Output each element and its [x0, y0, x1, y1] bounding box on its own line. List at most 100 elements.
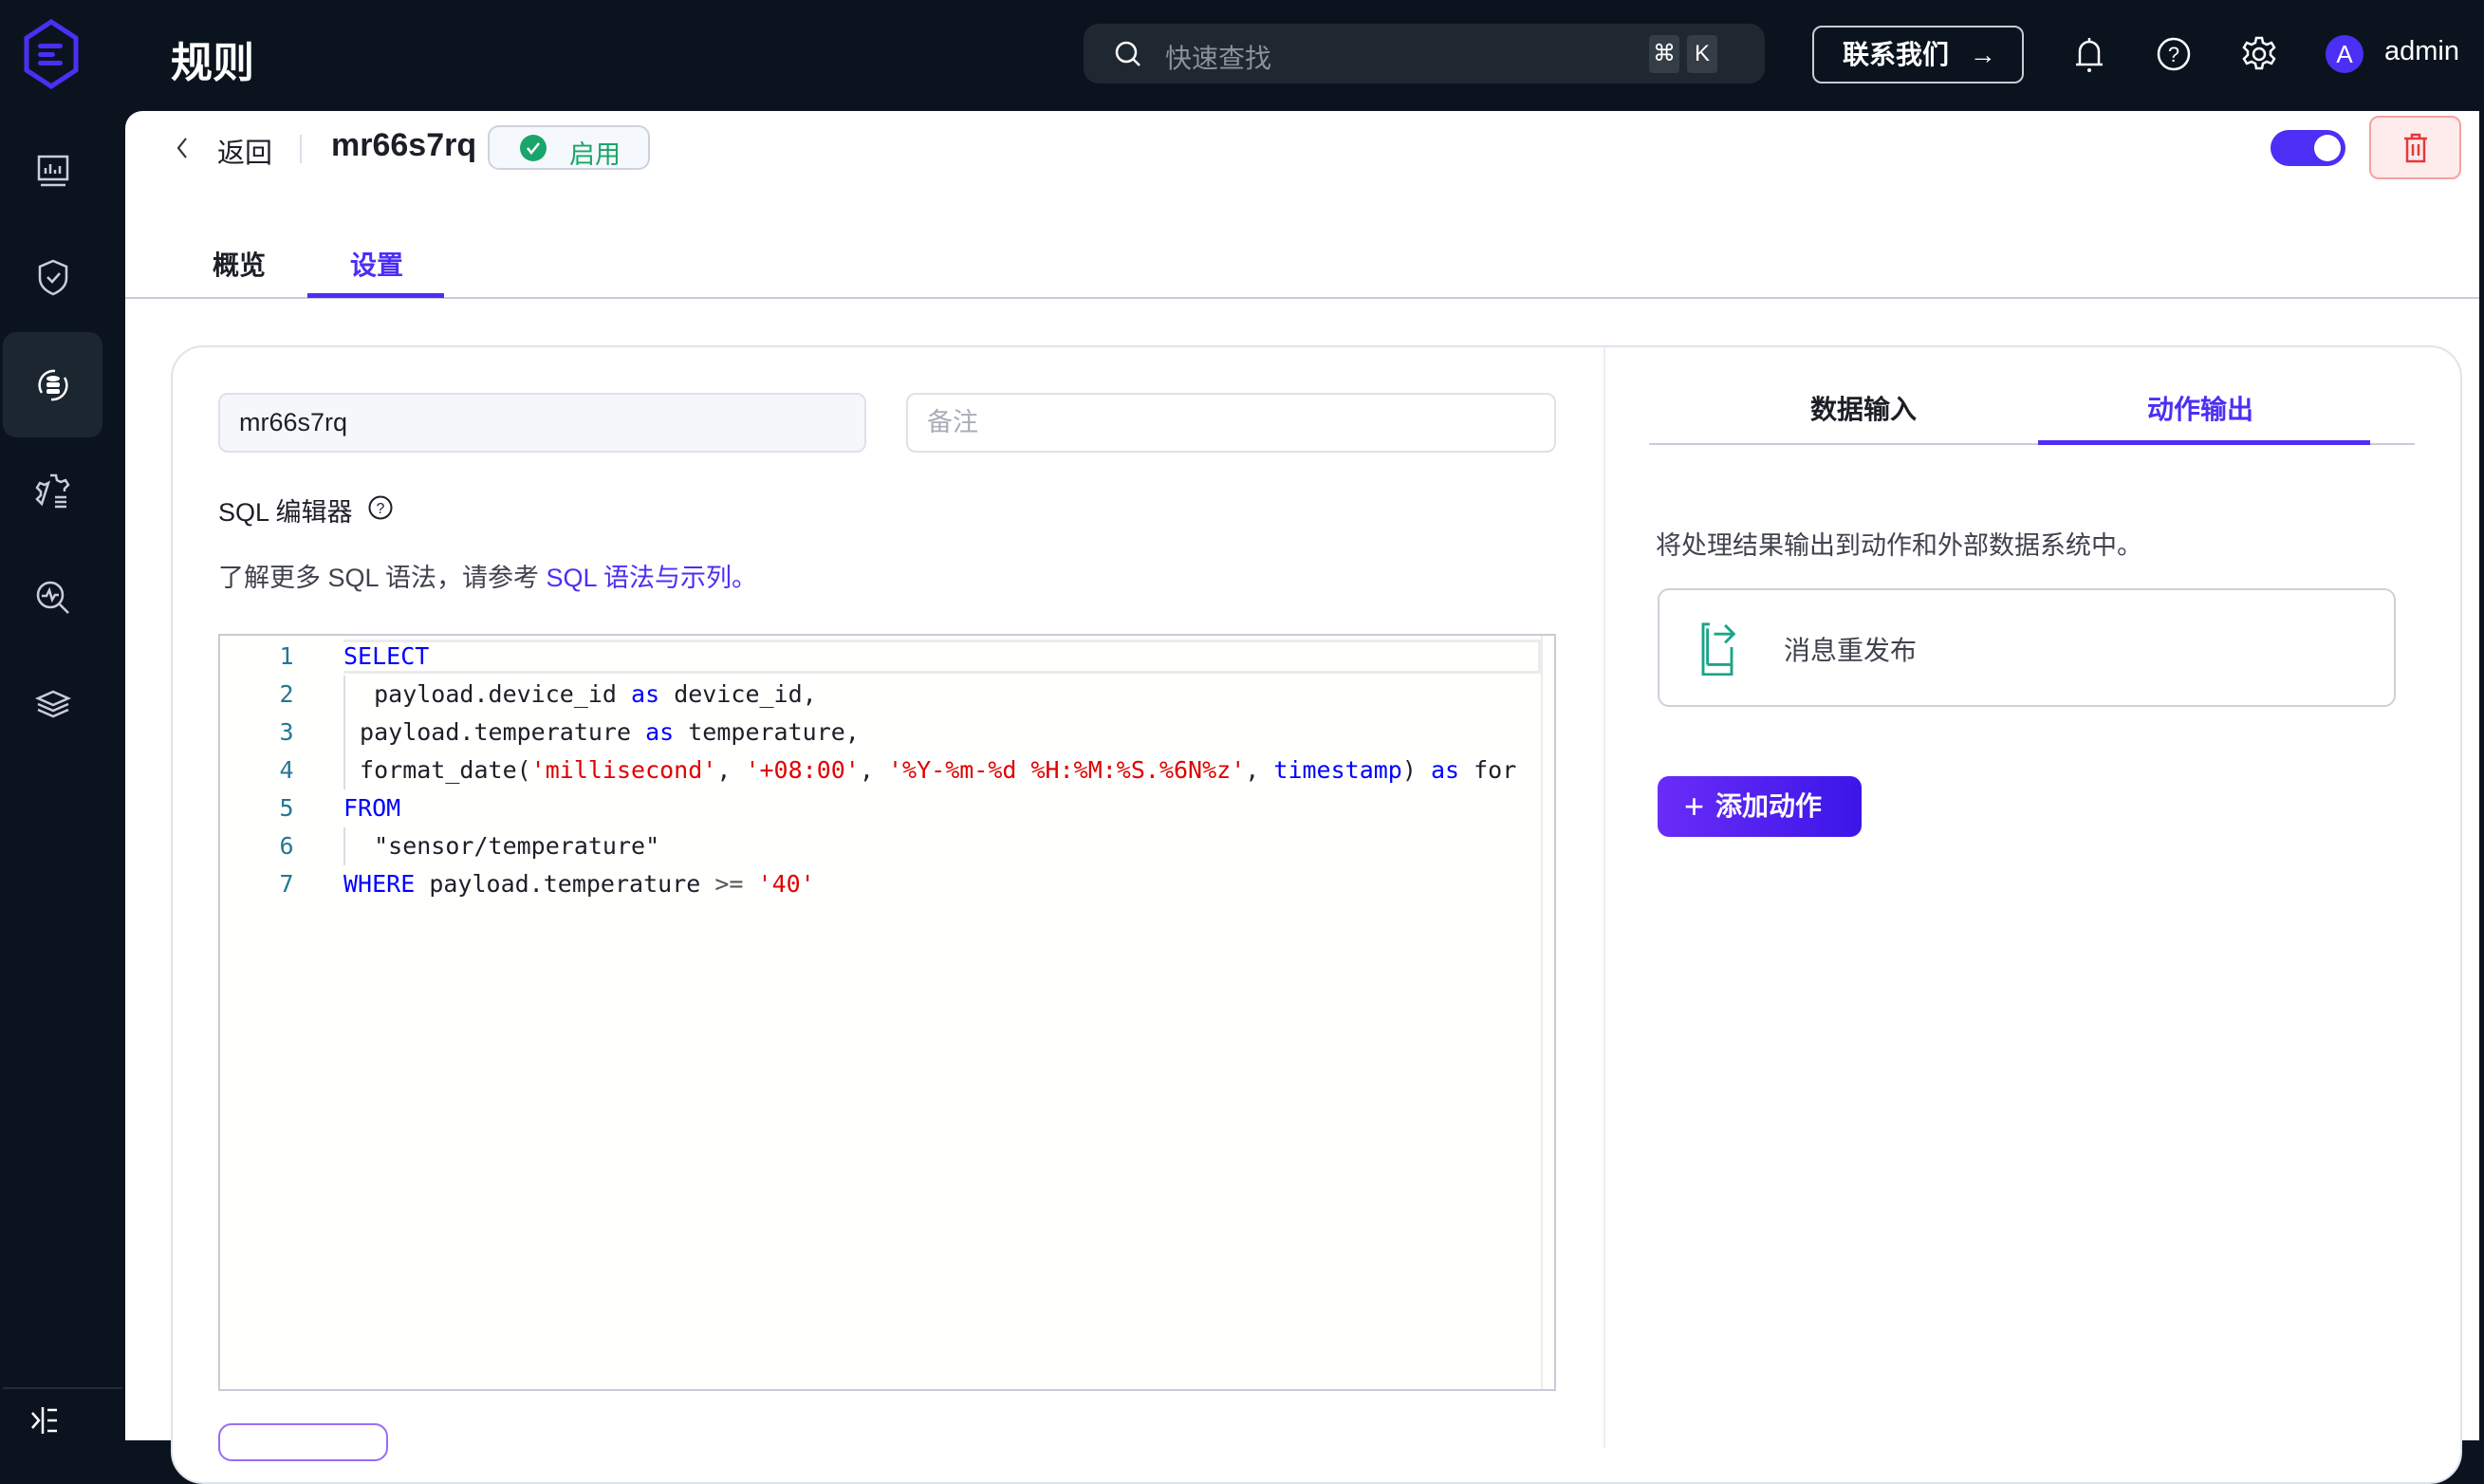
shortcut-key: K [1687, 35, 1717, 73]
tab-data-input[interactable]: 数据输入 [1810, 389, 1917, 427]
code-line: 6 "sensor/temperature" [220, 827, 1554, 865]
code-text: format_date('millisecond', '+08:00', '%Y… [343, 751, 1516, 789]
republish-icon [1701, 622, 1736, 676]
right-tab-indicator [2038, 440, 2370, 445]
code-token: temperature, [674, 718, 860, 746]
code-token: timestamp [1273, 756, 1402, 784]
sidebar-item-management[interactable] [3, 438, 102, 544]
code-line: 2 payload.device_id as device_id, [220, 676, 1554, 714]
monitor-search-icon [36, 581, 69, 614]
shield-icon [38, 259, 67, 295]
status-text: 启用 [569, 140, 621, 169]
output-description: 将处理结果输出到动作和外部数据系统中。 [1656, 531, 2142, 560]
code-token: '+08:00' [745, 756, 860, 784]
sql-editor-label: SQL 编辑器 [218, 498, 353, 527]
code-line: 7 WHERE payload.temperature >= '40' [220, 865, 1554, 903]
code-line: 5 FROM [220, 789, 1554, 827]
code-text: payload.temperature as temperature, [343, 714, 860, 751]
code-token: '40' [757, 870, 815, 898]
sql-editor[interactable]: 1 SELECT 2 payload.device_id as device_id,… [218, 634, 1556, 1391]
expand-sidebar-icon[interactable] [30, 1407, 65, 1434]
search-placeholder: 快速查找 [1165, 44, 1272, 73]
tab-overview[interactable]: 概览 [213, 245, 266, 283]
status-badge: 启用 [488, 125, 650, 170]
code-text: SELECT [343, 638, 429, 676]
note-input[interactable]: 备注 [906, 393, 1556, 453]
layers-icon [34, 690, 71, 717]
code-text: FROM [343, 789, 400, 827]
line-number: 2 [279, 680, 294, 708]
shortcut-cmd: ⌘ [1649, 35, 1679, 73]
chevron-left-icon[interactable] [175, 135, 190, 161]
tabs-border [125, 297, 2479, 299]
code-token: ) [1401, 756, 1431, 784]
sidebar-item-security[interactable] [3, 224, 102, 329]
logo-icon[interactable] [21, 19, 82, 89]
code-token: >= [714, 870, 744, 898]
toggle-knob [2314, 135, 2341, 161]
sidebar-divider [3, 1387, 122, 1389]
delete-button[interactable] [2369, 116, 2461, 179]
line-number: 1 [279, 642, 294, 670]
check-circle-icon [520, 135, 547, 161]
line-number: 4 [279, 756, 294, 784]
sidebar-item-rules[interactable] [3, 332, 102, 437]
code-line: 3 payload.temperature as temperature, [220, 714, 1554, 751]
username[interactable]: admin [2384, 36, 2459, 67]
line-number: 3 [279, 718, 294, 746]
code-token: "sensor/temperature" [345, 832, 660, 860]
tab-action-output[interactable]: 动作输出 [2147, 389, 2253, 427]
settings-gear-icon[interactable] [2240, 35, 2278, 73]
rule-name-input[interactable]: mr66s7rq [218, 393, 866, 453]
svg-text:?: ? [377, 501, 385, 517]
tab-settings[interactable]: 设置 [350, 245, 403, 283]
help-circle-icon[interactable]: ? [367, 494, 394, 521]
code-token: WHERE [343, 870, 416, 898]
sidebar-item-dashboard[interactable] [3, 118, 102, 223]
code-token: as [1430, 756, 1460, 784]
action-item[interactable]: 消息重发布 [1658, 588, 2396, 707]
code-token: payload.temperature [415, 870, 715, 898]
code-line: 4 format_date('millisecond', '+08:00', '… [220, 751, 1554, 789]
sql-syntax-link[interactable]: SQL 语法与示列。 [547, 564, 758, 592]
code-text: WHERE payload.temperature >= '40' [343, 865, 815, 903]
save-button[interactable] [218, 1423, 388, 1461]
line-number: 6 [279, 832, 294, 860]
code-token: 'millisecond' [530, 756, 717, 784]
code-token: payload.device_id [345, 680, 632, 708]
action-label: 消息重发布 [1784, 636, 1918, 665]
divider [300, 135, 302, 163]
code-token: format_date( [345, 756, 531, 784]
contact-us-button[interactable]: 联系我们 → [1812, 26, 2024, 83]
arrow-right-icon: → [1969, 40, 1996, 69]
rule-name: mr66s7rq [331, 127, 477, 163]
line-number: 7 [279, 870, 294, 898]
tab-active-indicator [307, 293, 444, 298]
data-integration-icon [37, 369, 68, 400]
avatar[interactable]: A [2326, 35, 2364, 73]
add-action-button[interactable]: + 添加动作 [1658, 776, 1862, 837]
code-token: , [1245, 756, 1274, 784]
bell-icon[interactable] [2072, 35, 2106, 75]
plus-icon: + [1684, 787, 1705, 825]
code-token: for [1459, 756, 1517, 784]
back-link[interactable]: 返回 [217, 131, 272, 171]
sql-hint-text: 了解更多 SQL 语法，请参考 [218, 564, 547, 592]
code-token: as [631, 680, 660, 708]
help-icon[interactable]: ? [2156, 36, 2192, 72]
code-token: , [716, 756, 746, 784]
code-token: FROM [343, 794, 401, 822]
svg-text:?: ? [2168, 43, 2179, 66]
contact-label: 联系我们 [1843, 40, 1950, 69]
code-text: "sensor/temperature" [343, 827, 659, 865]
code-token: , [859, 756, 888, 784]
sidebar-item-monitoring[interactable] [3, 545, 102, 650]
gear-list-icon [34, 473, 70, 508]
enable-toggle[interactable] [2271, 130, 2345, 166]
code-line: 1 SELECT [220, 638, 1554, 676]
add-action-label: 添加动作 [1715, 791, 1823, 821]
sidebar-item-system[interactable] [3, 651, 102, 756]
search-input[interactable]: 快速查找 ⌘ K [1084, 24, 1765, 83]
trash-icon [2404, 133, 2427, 163]
